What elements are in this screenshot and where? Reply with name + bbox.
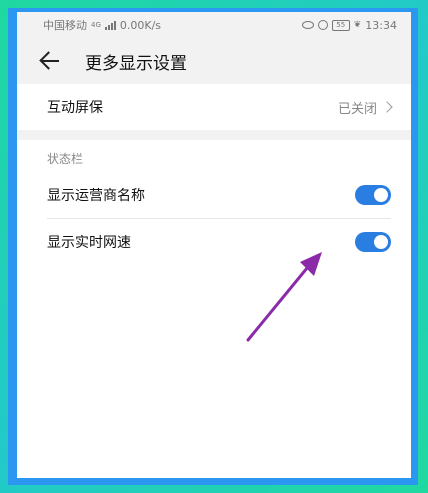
network-speed: 0.00K/s — [119, 18, 162, 32]
watermark-url: jingyan.baidu.com — [336, 467, 410, 476]
eye-comfort-icon — [301, 21, 314, 29]
show-carrier-name-row: 显示运营商名称 — [17, 172, 411, 218]
status-bar-settings-card: 状态栏 显示运营商名称 显示实时网速 — [17, 140, 411, 478]
status-bar-section-title: 状态栏 — [17, 140, 411, 172]
status-bar: 中国移动 4G 0.00K/s 55 ❦ 13:34 — [17, 12, 411, 38]
clock-time: 13:34 — [365, 18, 397, 32]
show-network-speed-row: 显示实时网速 — [17, 219, 411, 265]
status-left: 中国移动 4G 0.00K/s — [43, 17, 161, 33]
show-carrier-name-toggle[interactable] — [355, 185, 391, 205]
alarm-icon — [317, 20, 328, 30]
interactive-screensaver-value: 已关闭 — [337, 98, 393, 117]
show-network-speed-label: 显示实时网速 — [47, 235, 131, 251]
interactive-screensaver-row[interactable]: 互动屏保 已关闭 — [17, 84, 411, 130]
chevron-right-icon — [381, 101, 393, 113]
status-right: 55 ❦ 13:34 — [301, 18, 397, 32]
page-title: 更多显示设置 — [85, 53, 187, 74]
leaf-icon: ❦ — [353, 20, 362, 30]
carrier-name: 中国移动 — [43, 19, 87, 32]
toggle-knob — [374, 235, 388, 249]
interactive-screensaver-label: 互动屏保 — [47, 100, 103, 116]
toggle-knob — [374, 188, 388, 202]
empty-area — [17, 265, 411, 478]
section-gap — [17, 130, 411, 140]
show-network-speed-toggle[interactable] — [355, 232, 391, 252]
baidu-watermark: Baidu经验 jingyan.baidu.com — [327, 450, 410, 479]
screensaver-card: 互动屏保 已关闭 — [17, 84, 411, 130]
interactive-screensaver-status: 已关闭 — [337, 101, 377, 117]
battery-icon: 55 — [331, 19, 350, 31]
signal-icon — [104, 20, 116, 30]
network-type: 4G — [91, 21, 101, 29]
back-arrow-icon[interactable] — [39, 49, 67, 73]
page-header: 更多显示设置 — [17, 38, 411, 84]
show-carrier-name-label: 显示运营商名称 — [47, 188, 145, 204]
phone-screen: 中国移动 4G 0.00K/s 55 ❦ 13:34 更多显示设置 互动屏保 已… — [17, 12, 411, 478]
